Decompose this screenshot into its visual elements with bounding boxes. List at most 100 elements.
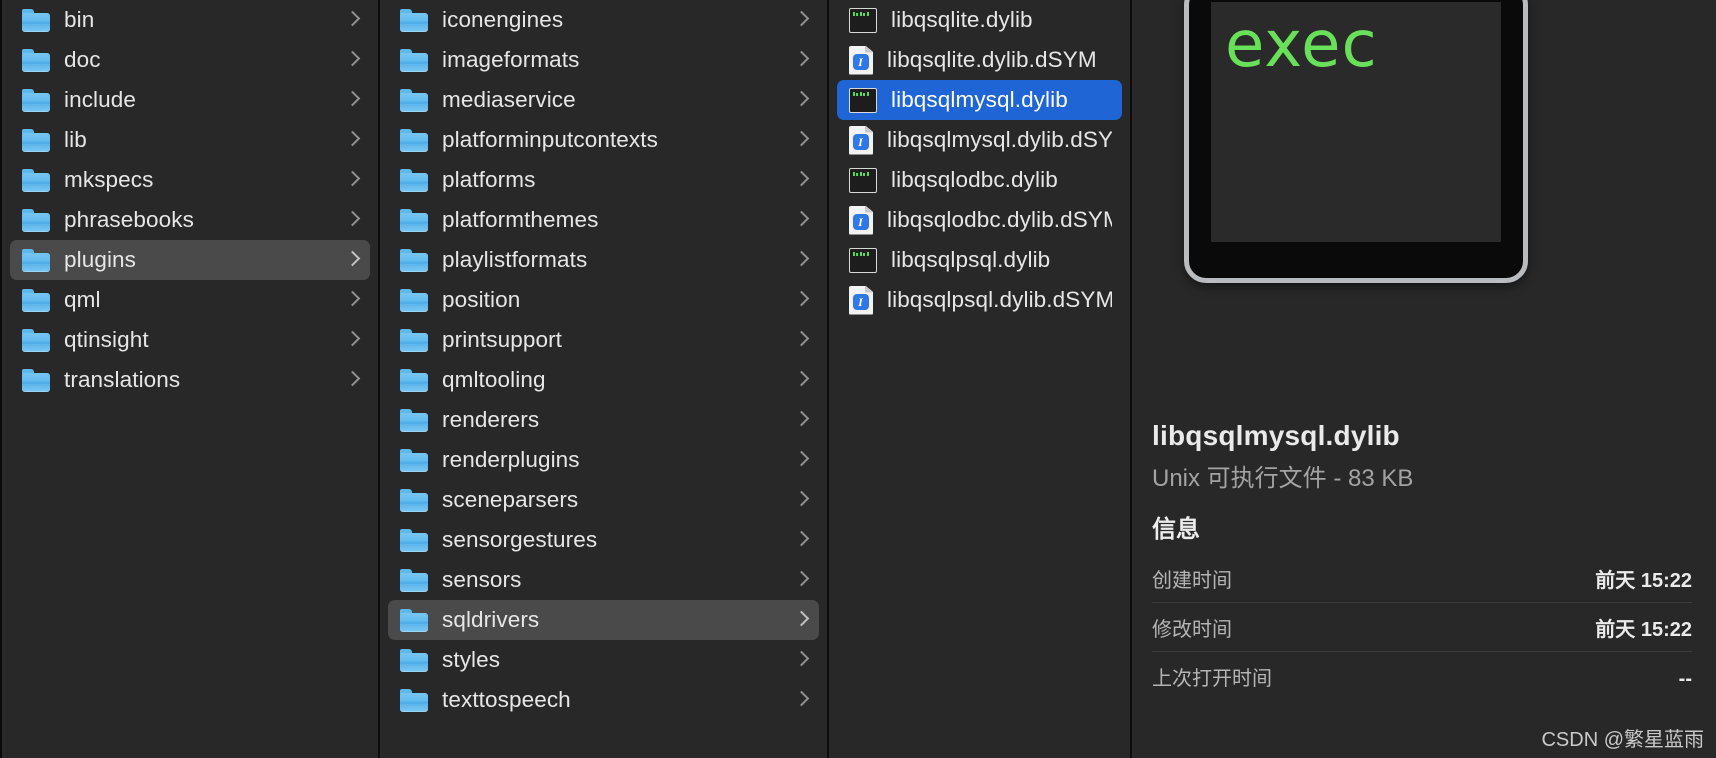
folder-icon xyxy=(400,648,428,672)
chevron-right-icon[interactable] xyxy=(795,409,809,431)
metadata-row: 修改时间 前天 15:22 xyxy=(1152,602,1692,651)
folder-icon xyxy=(400,168,428,192)
chevron-right-icon[interactable] xyxy=(795,289,809,311)
list-item[interactable]: include xyxy=(10,80,370,120)
list-item[interactable]: mediaservice xyxy=(388,80,819,120)
chevron-right-icon[interactable] xyxy=(346,49,360,71)
list-item[interactable]: imageformats xyxy=(388,40,819,80)
list-item[interactable]: renderers xyxy=(388,400,819,440)
list-item[interactable]: translations xyxy=(10,360,370,400)
list-item[interactable]: Ilibqsqlmysql.dylib.dSYM xyxy=(837,120,1122,160)
metadata-value: 前天 15:22 xyxy=(1595,619,1692,641)
list-item[interactable]: libqsqlodbc.dylib xyxy=(837,160,1122,200)
list-item[interactable]: position xyxy=(388,280,819,320)
list-item-label: libqsqlmysql.dylib.dSYM xyxy=(887,127,1112,152)
list-item[interactable]: sceneparsers xyxy=(388,480,819,520)
chevron-right-icon[interactable] xyxy=(346,209,360,231)
list-item-label: styles xyxy=(442,647,501,672)
chevron-right-icon[interactable] xyxy=(346,289,360,311)
folder-icon xyxy=(400,568,428,592)
list-item-label: lib xyxy=(64,127,87,152)
folder-icon xyxy=(400,248,428,272)
preview-info-heading: 信息 xyxy=(1152,516,1200,543)
list-item[interactable]: libqsqlmysql.dylib xyxy=(837,80,1122,120)
chevron-right-icon[interactable] xyxy=(795,529,809,551)
list-item[interactable]: sensorgestures xyxy=(388,520,819,560)
chevron-right-icon[interactable] xyxy=(795,449,809,471)
folder-icon xyxy=(400,288,428,312)
finder-column-3[interactable]: libqsqlite.dylib Ilibqsqlite.dylib.dSYM li… xyxy=(829,0,1132,758)
unix-executable-icon xyxy=(849,87,877,113)
finder-column-1[interactable]: bin doc include lib mkspecs phrasebooks plugin… xyxy=(0,0,380,758)
list-item[interactable]: bin xyxy=(10,0,370,40)
list-item-label: platforminputcontexts xyxy=(442,127,658,152)
list-item[interactable]: doc xyxy=(10,40,370,80)
list-item[interactable]: renderplugins xyxy=(388,440,819,480)
list-item[interactable]: Ilibqsqlite.dylib.dSYM xyxy=(837,40,1122,80)
chevron-right-icon[interactable] xyxy=(795,89,809,111)
folder-icon xyxy=(22,328,50,352)
folder-icon xyxy=(400,8,428,32)
chevron-right-icon[interactable] xyxy=(346,129,360,151)
list-item-label: printsupport xyxy=(442,327,563,352)
folder-icon xyxy=(22,48,50,72)
chevron-right-icon[interactable] xyxy=(795,129,809,151)
chevron-right-icon[interactable] xyxy=(346,9,360,31)
list-item[interactable]: sqldrivers xyxy=(388,600,819,640)
list-item-label: qtinsight xyxy=(64,327,149,352)
list-item-label: translations xyxy=(64,367,181,392)
folder-icon xyxy=(400,48,428,72)
folder-icon xyxy=(400,88,428,112)
list-item-label: bin xyxy=(64,7,95,32)
list-item[interactable]: qmltooling xyxy=(388,360,819,400)
list-item[interactable]: qml xyxy=(10,280,370,320)
list-item[interactable]: libqsqlpsql.dylib xyxy=(837,240,1122,280)
list-item-label: sensors xyxy=(442,567,522,592)
list-item[interactable]: printsupport xyxy=(388,320,819,360)
folder-icon xyxy=(22,248,50,272)
chevron-right-icon[interactable] xyxy=(795,249,809,271)
list-item[interactable]: texttospeech xyxy=(388,680,819,720)
chevron-right-icon[interactable] xyxy=(795,329,809,351)
list-item[interactable]: styles xyxy=(388,640,819,680)
chevron-right-icon[interactable] xyxy=(346,329,360,351)
chevron-right-icon[interactable] xyxy=(795,169,809,191)
list-item-label: plugins xyxy=(64,247,137,272)
list-item-label: qml xyxy=(64,287,101,312)
finder-column-2[interactable]: iconengines imageformats mediaservice platf… xyxy=(380,0,829,758)
chevron-right-icon[interactable] xyxy=(346,249,360,271)
list-item[interactable]: libqsqlite.dylib xyxy=(837,0,1122,40)
list-item[interactable]: plugins xyxy=(10,240,370,280)
chevron-right-icon[interactable] xyxy=(795,209,809,231)
chevron-right-icon[interactable] xyxy=(795,569,809,591)
folder-icon xyxy=(22,208,50,232)
chevron-right-icon[interactable] xyxy=(795,649,809,671)
list-item-label: platformthemes xyxy=(442,207,599,232)
list-item[interactable]: mkspecs xyxy=(10,160,370,200)
chevron-right-icon[interactable] xyxy=(795,9,809,31)
list-item[interactable]: phrasebooks xyxy=(10,200,370,240)
list-item[interactable]: playlistformats xyxy=(388,240,819,280)
chevron-right-icon[interactable] xyxy=(795,609,809,631)
metadata-value: 前天 15:22 xyxy=(1595,570,1692,592)
list-item[interactable]: platforminputcontexts xyxy=(388,120,819,160)
list-item[interactable]: lib xyxy=(10,120,370,160)
list-item[interactable]: platforms xyxy=(388,160,819,200)
folder-icon xyxy=(400,128,428,152)
list-item[interactable]: iconengines xyxy=(388,0,819,40)
chevron-right-icon[interactable] xyxy=(346,369,360,391)
list-item[interactable]: sensors xyxy=(388,560,819,600)
chevron-right-icon[interactable] xyxy=(346,169,360,191)
list-item[interactable]: Ilibqsqlpsql.dylib.dSYM xyxy=(837,280,1122,320)
list-item-label: position xyxy=(442,287,521,312)
chevron-right-icon[interactable] xyxy=(795,689,809,711)
list-item[interactable]: platformthemes xyxy=(388,200,819,240)
chevron-right-icon[interactable] xyxy=(795,49,809,71)
chevron-right-icon[interactable] xyxy=(795,369,809,391)
list-item[interactable]: Ilibqsqlodbc.dylib.dSYM xyxy=(837,200,1122,240)
chevron-right-icon[interactable] xyxy=(346,89,360,111)
dsym-document-icon: I xyxy=(849,125,873,155)
list-item-label: playlistformats xyxy=(442,247,588,272)
list-item[interactable]: qtinsight xyxy=(10,320,370,360)
chevron-right-icon[interactable] xyxy=(795,489,809,511)
